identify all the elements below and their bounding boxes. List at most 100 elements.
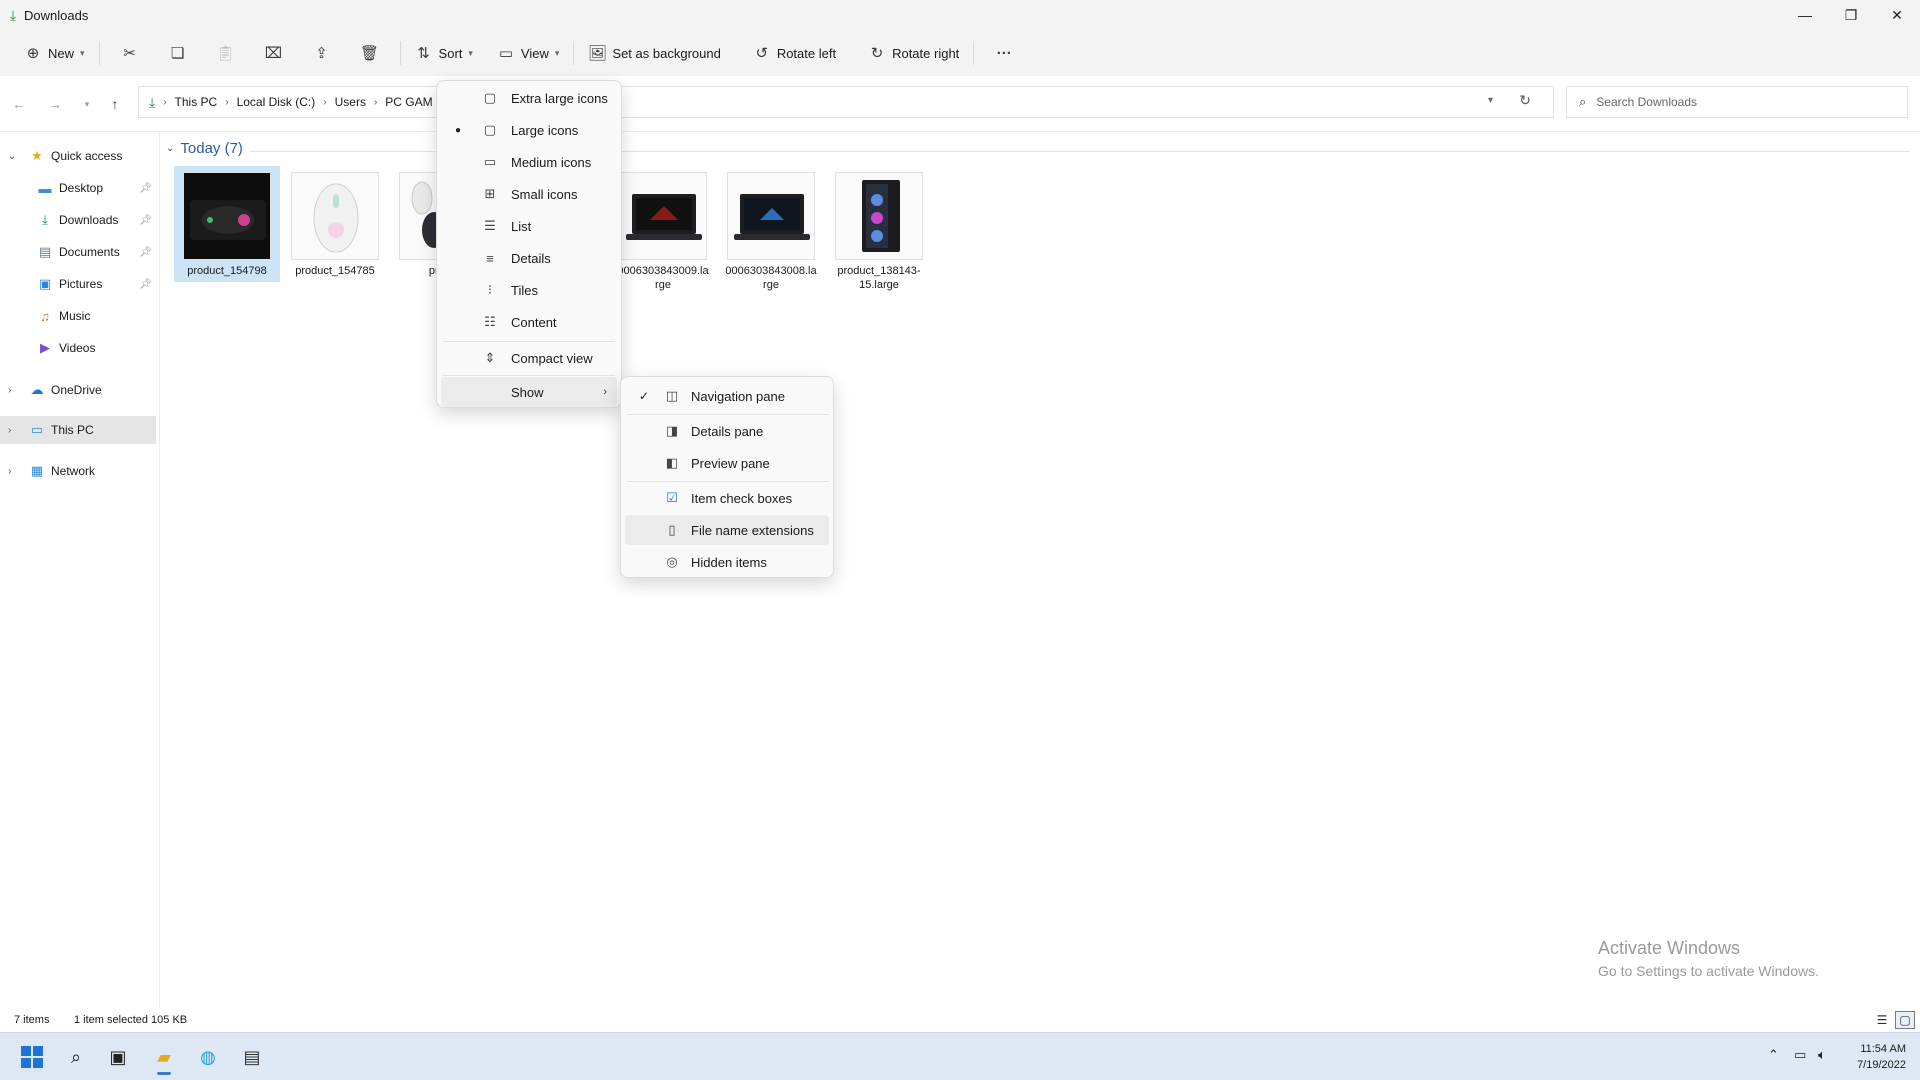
menu-item-small-icons[interactable]: ⊞ Small icons bbox=[441, 179, 617, 209]
address-dropdown-icon[interactable]: ▾ bbox=[1488, 95, 1493, 106]
minimize-icon[interactable]: — bbox=[1782, 0, 1828, 30]
group-header-label: Today (7) bbox=[180, 140, 243, 157]
new-button[interactable]: ⊕ New ▾ bbox=[16, 37, 93, 69]
menu-item-extra-large-icons[interactable]: ▢ Extra large icons bbox=[441, 83, 617, 113]
nav-item-desktop[interactable]: ▬ Desktop 📌︎ bbox=[0, 174, 156, 202]
start-windows-icon[interactable] bbox=[14, 1041, 50, 1073]
menu-item-list[interactable]: ☰ List bbox=[441, 211, 617, 241]
chevron-up-icon[interactable]: ⌃ bbox=[1768, 1047, 1779, 1063]
nav-item-onedrive[interactable]: › ☁ OneDrive bbox=[0, 376, 156, 404]
chevron-down-icon[interactable]: ⌄ bbox=[8, 151, 16, 162]
menu-item-compact-view[interactable]: ⇕ Compact view bbox=[441, 343, 617, 373]
breadcrumb-local-disk[interactable]: Local Disk (C:) bbox=[237, 95, 316, 109]
command-bar: ⊕ New ▾ ✂ ❏ 📋︎ ⌧ ⇪ 🗑︎ ⇅ Sort ▾ ▭ View ▾ … bbox=[0, 30, 1920, 76]
close-icon[interactable]: ✕ bbox=[1874, 0, 1920, 30]
nav-item-music[interactable]: ♫ Music bbox=[0, 302, 156, 330]
back-button[interactable]: ← bbox=[8, 93, 30, 115]
breadcrumb-this-pc[interactable]: This PC bbox=[175, 95, 218, 109]
chevron-right-icon[interactable]: › bbox=[8, 425, 11, 436]
delete-button[interactable]: 🗑︎ bbox=[346, 37, 394, 69]
group-header-today[interactable]: ⌄ Today (7) bbox=[166, 140, 243, 157]
medium-icons-icon: ▭ bbox=[483, 154, 497, 169]
menu-item-preview-pane[interactable]: ◧ Preview pane bbox=[625, 448, 829, 478]
menu-item-hidden-items[interactable]: ◎ Hidden items bbox=[625, 547, 829, 577]
menu-item-file-name-extensions[interactable]: ▯ File name extensions bbox=[625, 515, 829, 545]
content-icon: ☷ bbox=[484, 314, 496, 329]
rotate-left-button[interactable]: ↺ Rotate left bbox=[745, 37, 844, 69]
nav-item-label: Downloads bbox=[59, 213, 119, 227]
view-button[interactable]: ▭ View ▾ bbox=[489, 37, 567, 69]
file-explorer-icon[interactable]: ▰ bbox=[146, 1041, 182, 1075]
edge-browser-icon[interactable]: ◍ bbox=[190, 1041, 226, 1073]
menu-item-show[interactable]: Show › bbox=[441, 377, 617, 407]
menu-item-label: Tiles bbox=[511, 282, 538, 298]
set-as-background-button[interactable]: 🖼︎ Set as background bbox=[580, 37, 728, 69]
nav-item-videos[interactable]: ▶ Videos bbox=[0, 334, 156, 362]
rotate-left-label: Rotate left bbox=[776, 45, 837, 61]
rename-button[interactable]: ⌧ bbox=[250, 37, 298, 69]
menu-item-label: Compact view bbox=[511, 350, 593, 366]
share-button[interactable]: ⇪ bbox=[298, 37, 346, 69]
chevron-right-icon[interactable]: › bbox=[8, 466, 11, 477]
copy-icon: ❏ bbox=[170, 45, 185, 62]
recent-locations-button[interactable]: ▾ bbox=[76, 93, 98, 115]
nav-item-pictures[interactable]: ▣ Pictures 📌︎ bbox=[0, 270, 156, 298]
file-item[interactable]: product_138143-15.large bbox=[826, 166, 932, 291]
more-options-button[interactable]: ··· bbox=[980, 37, 1028, 69]
clock[interactable]: 11:54 AM 7/19/2022 bbox=[1857, 1041, 1906, 1073]
menu-item-tiles[interactable]: ⁝ Tiles bbox=[441, 275, 617, 305]
nav-item-this-pc[interactable]: › ▭ This PC bbox=[0, 416, 156, 444]
cloud-icon: ☁ bbox=[30, 382, 44, 397]
address-bar[interactable]: ⤓ › This PC › Local Disk (C:) › Users › … bbox=[138, 86, 1554, 118]
compact-view-icon: ⇕ bbox=[484, 350, 496, 365]
menu-item-medium-icons[interactable]: ▭ Medium icons bbox=[441, 147, 617, 177]
refresh-icon[interactable]: ↻ bbox=[1519, 92, 1531, 109]
menu-item-details[interactable]: ≡ Details bbox=[441, 243, 617, 273]
trash-icon: 🗑︎ bbox=[360, 45, 380, 62]
chevron-down-icon: ⌄ bbox=[166, 143, 175, 154]
nav-item-network[interactable]: › ▦ Network bbox=[0, 457, 156, 485]
chevron-right-icon[interactable]: › bbox=[8, 385, 11, 396]
network-icon[interactable]: ▭ bbox=[1794, 1047, 1806, 1063]
view-icon: ▭ bbox=[498, 45, 514, 62]
menu-item-large-icons[interactable]: ● ▢ Large icons bbox=[441, 115, 617, 145]
search-input[interactable]: ⌕ Search Downloads bbox=[1566, 86, 1908, 118]
window-controls: — ❐ ✕ bbox=[1782, 0, 1920, 30]
sort-button[interactable]: ⇅ Sort ▾ bbox=[407, 37, 481, 69]
menu-item-content[interactable]: ☷ Content bbox=[441, 307, 617, 337]
file-item[interactable]: product_154785 bbox=[282, 166, 388, 282]
menu-item-navigation-pane[interactable]: ✓ ◫ Navigation pane bbox=[625, 381, 829, 411]
cut-button[interactable]: ✂ bbox=[106, 37, 154, 69]
breadcrumb-users[interactable]: Users bbox=[335, 95, 366, 109]
up-button[interactable]: ↑ bbox=[104, 93, 126, 115]
nav-item-label: Videos bbox=[59, 341, 96, 355]
nav-item-documents[interactable]: ▤ Documents 📌︎ bbox=[0, 238, 156, 266]
search-icon[interactable]: ⌕ bbox=[58, 1041, 94, 1073]
menu-item-item-check-boxes[interactable]: ☑ Item check boxes bbox=[625, 483, 829, 513]
restore-icon[interactable]: ❐ bbox=[1828, 0, 1874, 30]
pin-icon: 📌︎ bbox=[139, 246, 152, 258]
store-icon[interactable]: ▤ bbox=[234, 1041, 270, 1073]
task-view-icon[interactable]: ▣ bbox=[100, 1041, 136, 1073]
forward-button[interactable]: → bbox=[44, 93, 66, 115]
download-icon: ⤓ bbox=[42, 212, 48, 227]
file-item[interactable]: product_154798 bbox=[174, 166, 280, 282]
chevron-down-icon: ▾ bbox=[468, 47, 473, 58]
large-icons-view-toggle-icon[interactable]: ▢ bbox=[1895, 1011, 1915, 1029]
volume-icon[interactable]: 🔈︎ bbox=[1818, 1047, 1826, 1063]
nav-item-downloads[interactable]: ⤓ Downloads 📌︎ bbox=[0, 206, 156, 234]
file-name: product_154785 bbox=[295, 265, 375, 277]
paste-button[interactable]: 📋︎ bbox=[202, 37, 250, 69]
toolbar-divider bbox=[399, 41, 401, 65]
menu-item-details-pane[interactable]: ◨ Details pane bbox=[625, 416, 829, 446]
rotate-right-button[interactable]: ↻ Rotate right bbox=[860, 37, 967, 69]
details-view-toggle-icon[interactable]: ☰ bbox=[1872, 1011, 1892, 1029]
file-item[interactable]: 0006303843008.la rge bbox=[718, 166, 824, 291]
nav-quick-access[interactable]: ⌄ ★ Quick access bbox=[0, 142, 156, 170]
download-icon: ⤓ bbox=[149, 93, 156, 110]
file-thumbnail bbox=[183, 172, 271, 260]
menu-item-label: Show bbox=[511, 384, 544, 400]
breadcrumb-user-folder[interactable]: PC GAM bbox=[385, 95, 432, 109]
file-item[interactable]: 0006303843009.la rge bbox=[610, 166, 716, 291]
copy-button[interactable]: ❏ bbox=[154, 37, 202, 69]
